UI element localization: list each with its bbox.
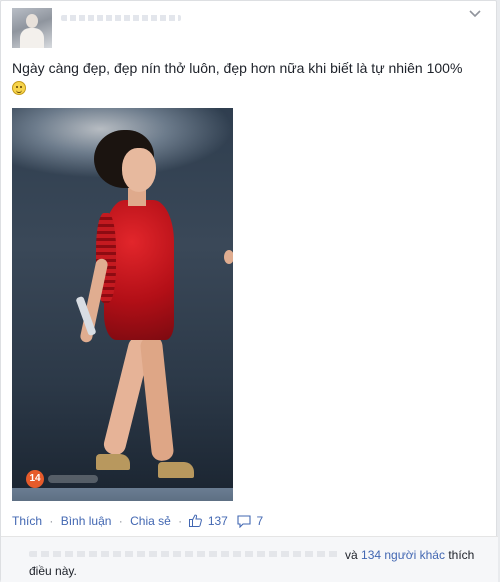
comment-icon[interactable] [237,515,251,528]
performer-shoe [158,462,194,478]
smile-emoji-icon [12,81,26,96]
feed-post-card: Ngày càng đẹp, đẹp nín thở luôn, đẹp hơn… [0,0,498,582]
comment-button[interactable]: Bình luận [61,513,112,529]
like-count[interactable]: 137 [208,513,228,529]
separator: · [118,514,123,528]
post-text-body: Ngày càng đẹp, đẹp nín thở luôn, đẹp hơn… [12,60,463,76]
avatar-body [20,28,44,48]
author-avatar[interactable] [12,8,52,48]
likes-summary-line2: điều này. [29,564,77,578]
stage-floor [12,488,233,501]
watermark-text [48,475,98,483]
thumbs-up-icon[interactable] [189,514,203,527]
performer-leg [139,335,175,462]
comment-count[interactable]: 7 [257,513,264,529]
likes-prefix: và [345,548,358,562]
post-text: Ngày càng đẹp, đẹp nín thở luôn, đẹp hơn… [12,59,482,96]
liker-names-redacted[interactable] [29,551,339,557]
chevron-down-icon[interactable] [469,9,481,19]
post-actions: Thích · Bình luận · Chia sẻ · 137 7 [12,513,263,529]
likes-summary-bar: và 134 người khác thích điều này. [1,536,498,582]
share-button[interactable]: Chia sẻ [130,513,171,529]
watermark-logo: 14 [26,470,44,488]
likes-suffix: thích [448,548,475,562]
like-button[interactable]: Thích [12,513,42,529]
likes-summary-line1: và 134 người khác thích [345,547,474,563]
performer-hand [224,250,233,264]
avatar-head [26,14,38,28]
performer-shoe [96,454,130,470]
separator: · [49,514,54,528]
others-liked-link[interactable]: 134 người khác [361,548,445,562]
post-photo[interactable]: 14 [12,108,233,501]
separator: · [178,514,183,528]
performer-face [122,148,156,192]
author-name-redacted[interactable] [61,15,181,21]
